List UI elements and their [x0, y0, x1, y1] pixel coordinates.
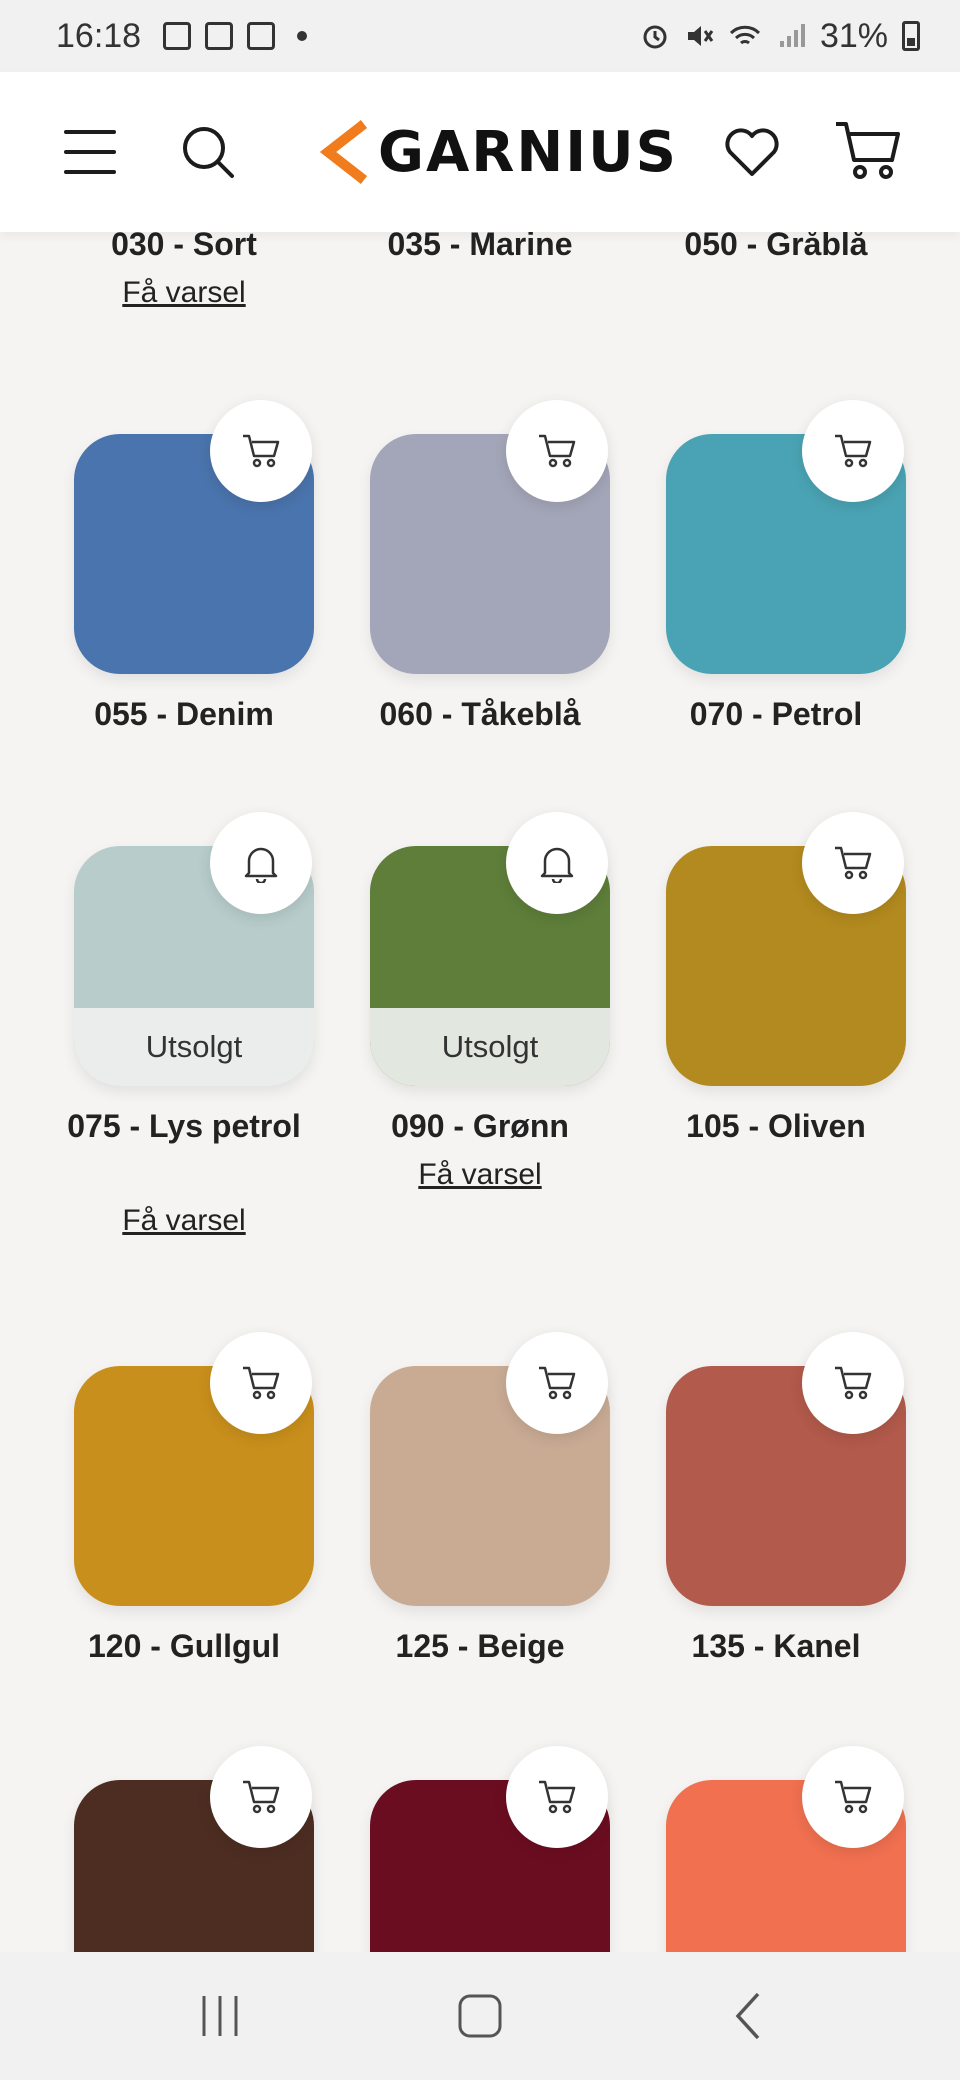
- home-icon[interactable]: [450, 1986, 510, 2046]
- add-to-cart-button[interactable]: [802, 812, 904, 914]
- status-bar: 16:18 31%: [0, 0, 960, 72]
- add-to-cart-button[interactable]: [802, 400, 904, 502]
- add-to-cart-button[interactable]: [210, 400, 312, 502]
- product-name: 075 - Lys petrol: [67, 1108, 301, 1144]
- cart-icon: [835, 1366, 872, 1400]
- bell-icon: [244, 847, 278, 883]
- shopping-cart-icon[interactable]: [834, 118, 902, 184]
- product-name: 060 - Tåkeblå: [379, 696, 581, 732]
- add-to-cart-button[interactable]: [802, 1746, 904, 1848]
- sold-out-label: Utsolgt: [74, 1008, 314, 1086]
- cart-icon: [243, 434, 280, 468]
- calendar-icon-2: [247, 22, 276, 50]
- cart-icon: [835, 434, 872, 468]
- wifi-icon: [729, 25, 760, 45]
- back-icon[interactable]: [720, 1986, 780, 2046]
- alarm-icon: [643, 25, 667, 49]
- logo-chevron-icon: [320, 120, 368, 184]
- add-to-cart-button[interactable]: [210, 1746, 312, 1848]
- notify-link[interactable]: Få varsel: [330, 1158, 630, 1192]
- battery-percent: 31%: [819, 16, 888, 55]
- brand-logo[interactable]: GARNIUS: [320, 116, 678, 188]
- notify-me-button[interactable]: [506, 812, 608, 914]
- gallery-icon: [163, 22, 192, 50]
- product-name: 050 - Gråblå: [684, 232, 868, 262]
- battery-icon: [902, 21, 920, 51]
- signal-icon: [779, 24, 805, 47]
- cart-icon: [243, 1366, 280, 1400]
- product-name: 135 - Kanel: [691, 1628, 861, 1664]
- notify-link[interactable]: Få varsel: [34, 1204, 334, 1238]
- notify-link[interactable]: Få varsel: [34, 276, 334, 310]
- product-name: 090 - Grønn: [391, 1108, 569, 1144]
- add-to-cart-button[interactable]: [506, 1332, 608, 1434]
- sold-out-label: Utsolgt: [370, 1008, 610, 1086]
- site-header: GARNIUS: [0, 72, 960, 232]
- status-right: 31%: [640, 17, 920, 56]
- product-name: 035 - Marine: [387, 232, 573, 262]
- bell-icon: [540, 847, 574, 883]
- recent-apps-icon[interactable]: [190, 1986, 250, 2046]
- add-to-cart-button[interactable]: [210, 1332, 312, 1434]
- cart-icon: [539, 1780, 576, 1814]
- product-name: 125 - Beige: [395, 1628, 565, 1664]
- status-time: 16:18: [56, 16, 142, 55]
- search-icon[interactable]: [180, 124, 236, 180]
- calendar-icon: [205, 22, 234, 50]
- product-name: 120 - Gullgul: [87, 1628, 281, 1664]
- wishlist-heart-icon[interactable]: [722, 124, 782, 180]
- notification-dot-icon: [297, 31, 308, 41]
- cart-icon: [835, 846, 872, 880]
- menu-button[interactable]: [64, 130, 116, 174]
- mute-icon: [687, 26, 714, 46]
- add-to-cart-button[interactable]: [802, 1332, 904, 1434]
- cart-icon: [243, 1780, 280, 1814]
- add-to-cart-button[interactable]: [506, 1746, 608, 1848]
- product-name: 070 - Petrol: [689, 696, 863, 732]
- add-to-cart-button[interactable]: [506, 400, 608, 502]
- cart-icon: [539, 434, 576, 468]
- product-name: 055 - Denim: [94, 696, 274, 732]
- cart-icon: [539, 1366, 576, 1400]
- menu-icon: [64, 130, 116, 134]
- product-name: 030 - Sort: [111, 232, 257, 262]
- cart-icon: [835, 1780, 872, 1814]
- notify-me-button[interactable]: [210, 812, 312, 914]
- brand-name: GARNIUS: [378, 119, 678, 185]
- product-name: 105 - Oliven: [686, 1108, 866, 1144]
- product-grid: 030 - Sort Få varsel 035 - Marine 050 - …: [0, 232, 960, 1952]
- system-nav-bar: [0, 1952, 960, 2080]
